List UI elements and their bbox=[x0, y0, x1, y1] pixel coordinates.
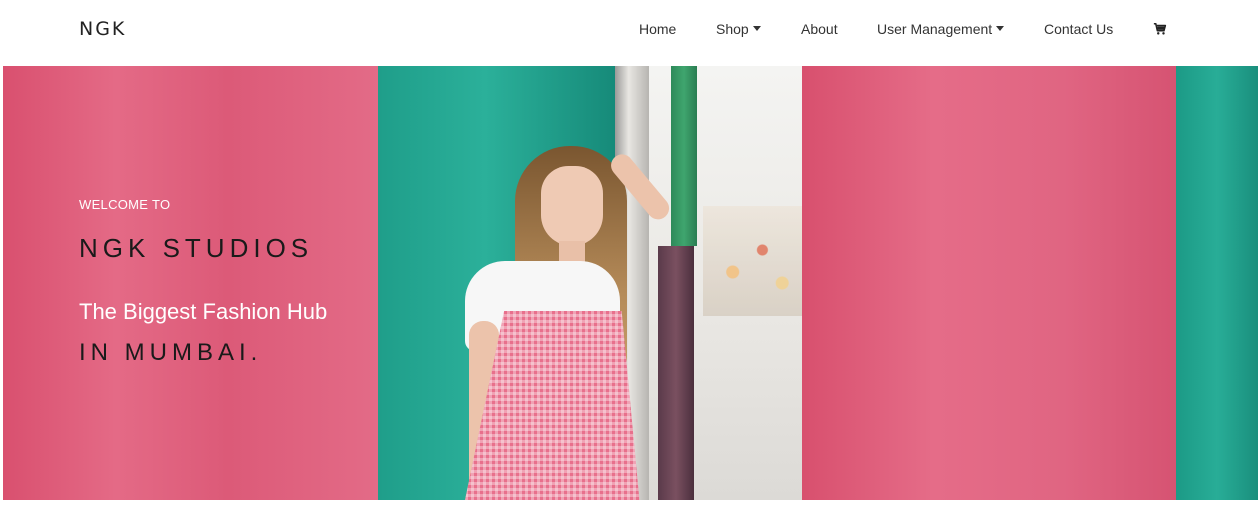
nav-contact-link[interactable]: Contact Us bbox=[1044, 21, 1113, 37]
caret-down-icon bbox=[752, 25, 761, 31]
nav-user-management-label: User Management bbox=[877, 21, 993, 37]
nav-user-management-dropdown[interactable]: User Management bbox=[877, 21, 1005, 37]
hero-model-face bbox=[541, 166, 603, 246]
nav-shop-label: Shop bbox=[716, 21, 749, 37]
hero-image-pink-curtain-left bbox=[3, 66, 378, 500]
nav-links: Home Shop About User Management Contact … bbox=[0, 0, 1259, 60]
hero-welcome-text: WELCOME TO bbox=[79, 197, 171, 212]
caret-down-icon bbox=[996, 25, 1005, 31]
shopping-cart-icon[interactable] bbox=[1153, 22, 1167, 36]
hero-tagline: The Biggest Fashion Hub bbox=[79, 299, 328, 324]
nav-shop-dropdown[interactable]: Shop bbox=[716, 21, 761, 37]
hero-banner bbox=[3, 66, 1258, 500]
hero-image-fairground bbox=[703, 206, 802, 316]
hero-title: NGK STUDIOS bbox=[79, 233, 314, 263]
nav-home-link[interactable]: Home bbox=[639, 21, 676, 37]
hero-image-purple-pole bbox=[658, 246, 694, 500]
hero-image-pink-curtain-right bbox=[802, 66, 1176, 500]
nav-about-link[interactable]: About bbox=[801, 21, 838, 37]
hero-city: IN MUMBAI. bbox=[79, 339, 263, 366]
navbar: NGK Home Shop About User Management Cont… bbox=[0, 0, 1259, 60]
hero-image-teal-curtain-right bbox=[1176, 66, 1258, 500]
hero-image-green-pole bbox=[671, 66, 697, 246]
